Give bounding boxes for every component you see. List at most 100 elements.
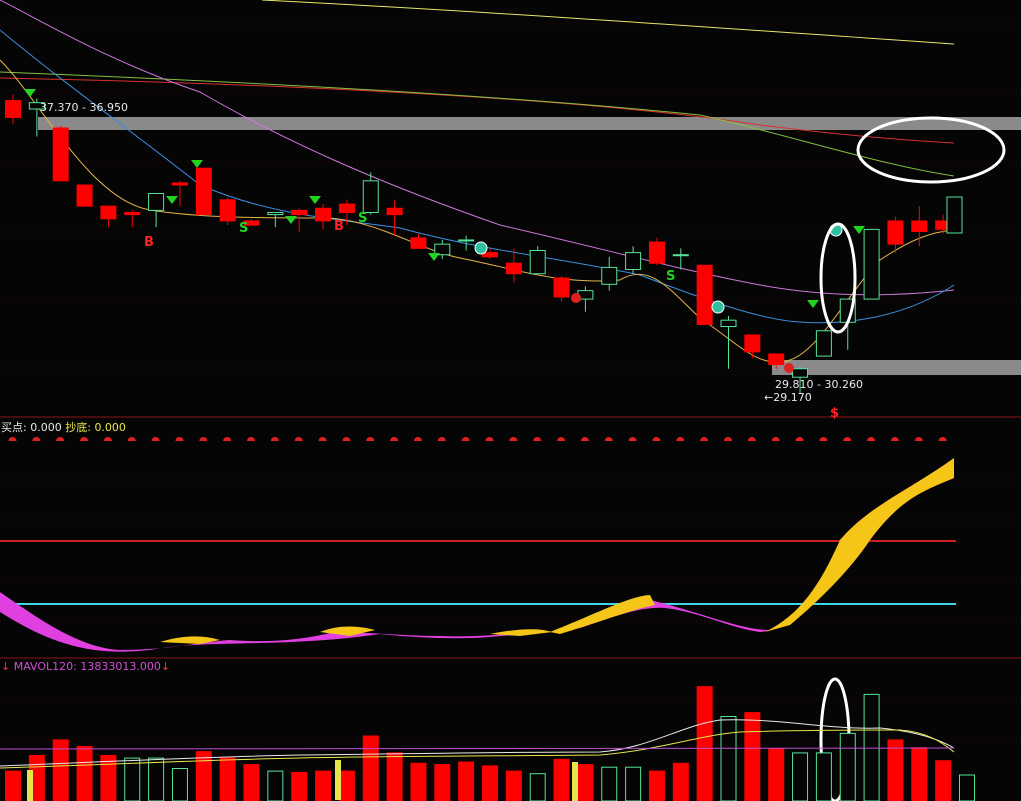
volume-bar bbox=[505, 770, 522, 801]
candle-body bbox=[648, 241, 665, 264]
candle-body bbox=[863, 228, 880, 300]
resistance-label: 37.370 - 36.950 bbox=[40, 101, 128, 114]
highlight-ellipse bbox=[819, 222, 857, 334]
indicator-dot bbox=[437, 437, 446, 441]
indicator-dot bbox=[604, 437, 613, 441]
indicator-dot bbox=[938, 437, 947, 441]
volume-bar bbox=[625, 766, 642, 801]
bottom-value: 0.000 bbox=[94, 421, 126, 434]
indicator-dot bbox=[867, 437, 876, 441]
indicator-dot bbox=[819, 437, 828, 441]
indicator-dot bbox=[270, 437, 279, 441]
indicator-dot bbox=[795, 437, 804, 441]
indicator-dot bbox=[914, 437, 923, 441]
candle-body bbox=[195, 167, 212, 216]
mavol-label: MAVOL120: 13833013.000 bbox=[13, 660, 161, 673]
indicator-dot bbox=[175, 437, 184, 441]
indicator-dot bbox=[485, 437, 494, 441]
ma-red-line bbox=[0, 77, 955, 144]
indicator-dot bbox=[247, 437, 255, 441]
indicator-dot bbox=[533, 437, 542, 441]
candle-body bbox=[148, 192, 165, 211]
indicator-dot bbox=[223, 437, 232, 441]
volume-bar bbox=[410, 762, 427, 801]
low-price-label: ←29.170 bbox=[764, 391, 812, 404]
candle-body bbox=[911, 220, 928, 232]
indicator-dot bbox=[771, 437, 780, 441]
volume-bar bbox=[792, 752, 809, 801]
candle-body bbox=[672, 254, 689, 257]
indicator-dot bbox=[127, 437, 136, 441]
sell-signal-marker: S bbox=[239, 221, 248, 236]
indicator-dot bbox=[390, 437, 399, 441]
volume-bar bbox=[935, 760, 952, 801]
candle-body bbox=[529, 250, 546, 275]
volume-bar bbox=[815, 752, 832, 801]
indicator-dot bbox=[580, 437, 589, 441]
indicator-dot bbox=[509, 437, 518, 441]
buy-signal-marker: B bbox=[334, 219, 344, 234]
indicator-dot bbox=[461, 437, 470, 441]
candle-body bbox=[171, 182, 188, 186]
volume-bar bbox=[696, 686, 713, 801]
volume-bar bbox=[243, 764, 260, 801]
indicator-dot bbox=[413, 437, 422, 441]
volume-bar bbox=[529, 773, 546, 801]
indicator-dot bbox=[628, 437, 637, 441]
volume-bar bbox=[386, 752, 403, 801]
candle-body bbox=[946, 196, 963, 234]
buy-value: 0.000 bbox=[30, 421, 62, 434]
indicator-dot bbox=[80, 437, 89, 441]
indicator-dot bbox=[557, 437, 566, 441]
candle-body bbox=[100, 205, 117, 220]
candle-body bbox=[815, 330, 832, 357]
indicator-dot bbox=[199, 437, 208, 441]
volume-bar bbox=[362, 735, 379, 801]
candle-body bbox=[410, 237, 427, 249]
indicator-ribbon bbox=[0, 458, 954, 652]
volume-arrow-end-icon: ↓ bbox=[160, 660, 171, 673]
indicator-dot bbox=[8, 437, 17, 441]
volume-bar bbox=[553, 758, 570, 801]
candle-body bbox=[124, 211, 141, 216]
candle-body bbox=[625, 252, 642, 271]
volume-bar bbox=[839, 732, 856, 801]
stock-chart: BBSSS$ bbox=[0, 0, 1021, 801]
candle-body bbox=[315, 207, 332, 222]
low-price-value: 29.170 bbox=[773, 391, 812, 404]
candle-body bbox=[601, 266, 618, 285]
volume-ma-white bbox=[0, 719, 955, 767]
indicator-dot bbox=[318, 437, 327, 441]
volume-bar bbox=[171, 768, 188, 801]
volume-bar bbox=[887, 739, 904, 801]
indicator-dot bbox=[676, 437, 685, 441]
candle-body bbox=[458, 239, 475, 242]
candle-body bbox=[768, 353, 785, 366]
ma-mid-line bbox=[0, 29, 955, 324]
sell-signal-icon bbox=[191, 160, 203, 168]
sell-signal-icon bbox=[807, 300, 819, 308]
candle-body bbox=[553, 277, 570, 298]
down-circle-icon bbox=[474, 241, 488, 255]
volume-bar bbox=[482, 765, 498, 801]
candle-body bbox=[792, 368, 809, 378]
volume-bar bbox=[648, 770, 665, 801]
sell-signal-icon bbox=[853, 226, 865, 234]
volume-bar bbox=[768, 748, 785, 801]
volume-bar bbox=[124, 757, 141, 801]
volume-bar bbox=[458, 761, 475, 801]
candle-body bbox=[887, 220, 904, 245]
indicator-dot bbox=[56, 437, 65, 441]
volume-bar bbox=[5, 770, 21, 801]
sell-signal-icon bbox=[309, 196, 321, 204]
indicator-header: 买点: 0.000 抄底: 0.000 bbox=[1, 419, 126, 435]
volume-bar bbox=[148, 757, 165, 801]
indicator-dot bbox=[843, 437, 852, 441]
indicator-dot bbox=[103, 437, 112, 441]
sell-signal-icon bbox=[166, 196, 178, 204]
mavol120-line bbox=[0, 747, 955, 750]
sell-signal-icon bbox=[428, 253, 440, 261]
volume-bar bbox=[959, 774, 975, 801]
volume-bar bbox=[291, 771, 308, 801]
bottom-label: 抄底: bbox=[65, 421, 91, 434]
